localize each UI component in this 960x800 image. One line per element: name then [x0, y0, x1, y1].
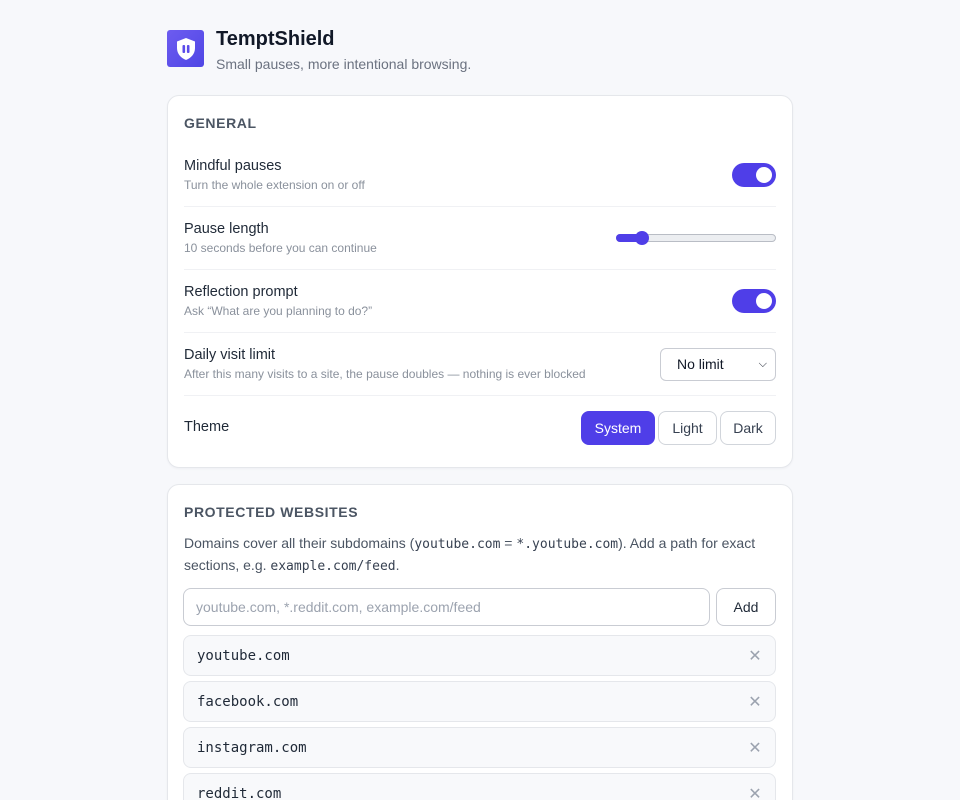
- protected-websites-title: PROTECTED WEBSITES: [184, 504, 359, 520]
- theme-dark-button[interactable]: Dark: [720, 410, 776, 445]
- desc-text: .: [395, 557, 400, 573]
- desc-code: *.youtube.com: [516, 537, 619, 552]
- reflection-prompt-desc: Ask “What are you planning to do?”: [184, 304, 373, 318]
- chevron-down-icon: ⌵: [758, 357, 767, 370]
- daily-limit-select[interactable]: No limit ⌵: [660, 347, 776, 381]
- mindful-pauses-label: Mindful pauses: [184, 158, 282, 174]
- pause-length-row: Pause length 10 seconds before you can c…: [184, 207, 776, 270]
- shield-logo-icon: [167, 30, 204, 67]
- mindful-pauses-desc: Turn the whole extension on or off: [184, 178, 365, 192]
- app-title: TemptShield: [216, 28, 335, 50]
- site-item: facebook.com ✕: [183, 681, 776, 722]
- site-domain: instagram.com: [197, 739, 307, 756]
- app-subtitle: Small pauses, more intentional browsing.: [216, 56, 472, 72]
- mindful-pauses-row: Mindful pauses Turn the whole extension …: [184, 144, 776, 207]
- general-section-title: GENERAL: [184, 115, 257, 131]
- toggle-knob: [756, 293, 772, 309]
- desc-code: youtube.com: [414, 537, 501, 552]
- daily-limit-desc: After this many visits to a site, the pa…: [184, 367, 586, 381]
- theme-label: Theme: [184, 419, 230, 435]
- close-icon[interactable]: ✕: [747, 692, 763, 712]
- protected-websites-desc: Domains cover all their subdomains (yout…: [184, 533, 776, 577]
- site-list: youtube.com ✕ facebook.com ✕ instagram.c…: [183, 635, 776, 800]
- pause-length-label: Pause length: [184, 221, 269, 237]
- close-icon[interactable]: ✕: [747, 646, 763, 666]
- pause-length-desc: 10 seconds before you can continue: [184, 241, 377, 255]
- site-item: youtube.com ✕: [183, 635, 776, 676]
- protected-websites-card: PROTECTED WEBSITES Domains cover all the…: [167, 484, 793, 800]
- site-item: instagram.com ✕: [183, 727, 776, 768]
- options-page: TemptShield Small pauses, more intention…: [167, 0, 793, 800]
- mindful-pauses-toggle[interactable]: [732, 163, 776, 187]
- close-icon[interactable]: ✕: [747, 784, 763, 800]
- close-icon[interactable]: ✕: [747, 738, 763, 758]
- pause-length-slider[interactable]: [616, 228, 776, 248]
- site-input[interactable]: youtube.com, *.reddit.com, example.com/f…: [183, 588, 710, 626]
- add-site-button[interactable]: Add: [716, 588, 776, 626]
- desc-text: =: [500, 535, 517, 551]
- theme-segmented-control: System Light Dark: [581, 410, 776, 445]
- theme-system-button[interactable]: System: [581, 410, 655, 445]
- theme-light-button[interactable]: Light: [658, 410, 717, 445]
- desc-code: example.com/feed: [270, 559, 396, 574]
- reflection-prompt-toggle[interactable]: [732, 289, 776, 313]
- theme-row: Theme System Light Dark: [184, 396, 776, 459]
- site-domain: facebook.com: [197, 693, 299, 710]
- site-domain: reddit.com: [197, 785, 282, 800]
- daily-limit-label: Daily visit limit: [184, 347, 276, 363]
- reflection-prompt-row: Reflection prompt Ask “What are you plan…: [184, 270, 776, 333]
- site-domain: youtube.com: [197, 647, 290, 664]
- desc-text: Domains cover all their subdomains (: [184, 535, 415, 551]
- app-header: TemptShield Small pauses, more intention…: [167, 29, 793, 95]
- general-card: GENERAL Mindful pauses Turn the whole ex…: [167, 95, 793, 468]
- daily-limit-value: No limit: [677, 356, 724, 372]
- daily-limit-row: Daily visit limit After this many visits…: [184, 333, 776, 396]
- add-site-row: youtube.com, *.reddit.com, example.com/f…: [183, 588, 776, 626]
- reflection-prompt-label: Reflection prompt: [184, 284, 298, 300]
- slider-thumb[interactable]: [634, 231, 649, 245]
- toggle-knob: [756, 167, 772, 183]
- site-item: reddit.com ✕: [183, 773, 776, 800]
